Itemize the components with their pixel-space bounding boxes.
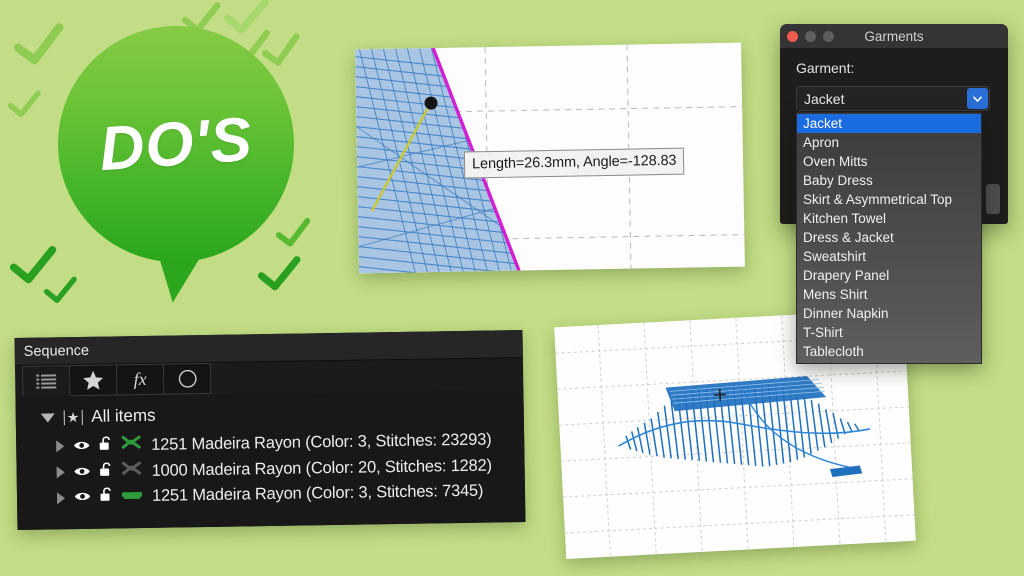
dropdown-option[interactable]: Drapery Panel xyxy=(797,266,981,285)
dos-label: DO'S xyxy=(97,104,255,184)
thread-label: 1251 Madeira Rayon (Color: 3, Stitches: … xyxy=(151,430,492,454)
thread-color-swatch[interactable] xyxy=(121,487,143,506)
unlocked-padlock-icon[interactable] xyxy=(100,487,112,506)
dropdown-option[interactable]: Jacket xyxy=(797,114,981,133)
dropdown-option[interactable]: Oven Mitts xyxy=(797,152,981,171)
garments-titlebar[interactable]: Garments xyxy=(780,24,1008,48)
thread-color-swatch[interactable] xyxy=(120,461,142,481)
thread-color-swatch[interactable] xyxy=(120,435,142,455)
chevron-down-icon[interactable] xyxy=(967,88,988,109)
dropdown-option[interactable]: Baby Dress xyxy=(797,171,981,190)
effects-tab[interactable]: fx xyxy=(116,363,165,396)
thread-label: 1000 Madeira Rayon (Color: 20, Stitches:… xyxy=(151,456,492,480)
dropdown-option[interactable]: Tablecloth xyxy=(797,342,981,361)
dropdown-option[interactable]: Dress & Jacket xyxy=(797,228,981,247)
thread-rows: 1251 Madeira Rayon (Color: 3, Stitches: … xyxy=(16,426,525,511)
list-icon xyxy=(36,373,57,389)
garment-select-value: Jacket xyxy=(804,90,845,107)
screenshot-root: DO'S Length=26.3mm, Angle=-128.83 Sequen… xyxy=(0,0,1024,576)
eye-icon[interactable] xyxy=(73,436,90,455)
navigate-tab[interactable] xyxy=(163,362,212,395)
garment-dropdown-list[interactable]: Jacket Apron Oven Mitts Baby Dress Skirt & A… xyxy=(796,112,982,364)
favorites-tab[interactable] xyxy=(69,364,118,397)
dropdown-option[interactable]: Sweatshirt xyxy=(797,247,981,266)
bracket-star-icon: ★ xyxy=(63,408,83,425)
compass-icon xyxy=(178,369,197,388)
garments-window-title: Garments xyxy=(864,28,924,44)
garments-scroll-thumb[interactable] xyxy=(986,184,1000,214)
sequence-panel-title: Sequence xyxy=(14,330,523,366)
design-measurement-panel: Length=26.3mm, Angle=-128.83 xyxy=(355,42,745,274)
sequence-panel: Sequence fx ★ All items 1251 Madeira Ray… xyxy=(14,330,526,530)
eye-icon[interactable] xyxy=(74,488,91,507)
fx-icon: fx xyxy=(133,368,147,390)
expand-triangle-icon[interactable] xyxy=(56,466,65,479)
garment-field-label: Garment: xyxy=(796,60,855,76)
dropdown-option[interactable]: Mens Shirt xyxy=(797,285,981,304)
dos-speech-bubble: DO'S xyxy=(30,22,300,322)
dropdown-option[interactable]: Kitchen Towel xyxy=(797,209,981,228)
dropdown-option[interactable]: Apron xyxy=(797,133,981,152)
expand-triangle-icon[interactable] xyxy=(40,412,55,423)
expand-triangle-icon[interactable] xyxy=(56,491,66,504)
expand-triangle-icon[interactable] xyxy=(56,440,65,453)
measurement-tooltip: Length=26.3mm, Angle=-128.83 xyxy=(463,147,685,179)
eye-icon[interactable] xyxy=(73,462,90,481)
dropdown-option[interactable]: Dinner Napkin xyxy=(797,304,981,323)
unlocked-padlock-icon[interactable] xyxy=(99,435,111,455)
all-items-label: All items xyxy=(91,405,156,426)
list-tab[interactable] xyxy=(21,365,71,397)
star-icon xyxy=(83,370,104,390)
thread-label: 1251 Madeira Rayon (Color: 3, Stitches: … xyxy=(151,481,484,505)
garment-select[interactable]: Jacket xyxy=(796,86,990,111)
sequence-tabs: fx xyxy=(21,362,212,397)
sequence-list: ★ All items 1251 Madeira Rayon (Color: 3… xyxy=(15,390,526,530)
dropdown-option[interactable]: T-Shirt xyxy=(797,323,981,342)
dropdown-option[interactable]: Skirt & Asymmetrical Top xyxy=(797,190,981,209)
unlocked-padlock-icon[interactable] xyxy=(99,461,111,481)
